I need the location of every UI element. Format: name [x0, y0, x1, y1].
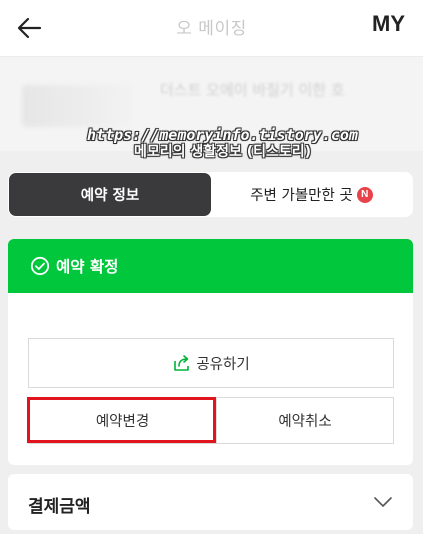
share-button[interactable]: 공유하기: [28, 338, 394, 388]
cancel-reservation-button[interactable]: 예약취소: [216, 397, 394, 444]
hotel-name: 더스트 오에이 바질기 이한 호: [160, 81, 345, 99]
tab-nearby-places-label: 주변 가볼만한 곳: [250, 188, 353, 204]
change-reservation-button[interactable]: 예약변경: [28, 397, 217, 444]
payment-label: 결제금액: [28, 497, 91, 517]
watermark-caption: 메모리의 생활정보 (티스토리): [133, 144, 312, 160]
status-label: 예약 확정: [56, 258, 119, 276]
share-label: 공유하기: [196, 356, 250, 373]
change-reservation-label: 예약변경: [95, 414, 150, 430]
tab-reservation-info-label: 예약 정보: [80, 188, 140, 204]
top-bar: 오 메이징 MY: [0, 0, 423, 56]
cancel-reservation-label: 예약취소: [278, 414, 332, 430]
payment-section[interactable]: 결제금액: [8, 474, 413, 530]
watermark-url: https://memoryinfo.tistory.com: [87, 126, 358, 144]
check-circle-icon: [30, 256, 50, 276]
page-title: 오 메이징: [176, 19, 247, 39]
tab-nearby-places[interactable]: 주변 가볼만한 곳 N: [211, 173, 412, 216]
status-banner: 예약 확정: [8, 239, 413, 293]
reservation-card: 예약 확정 공유하기 예약변경 예약취소: [8, 239, 413, 465]
chevron-down-icon: [374, 497, 392, 507]
hotel-thumbnail: [22, 85, 132, 127]
new-badge: N: [356, 186, 373, 203]
share-icon: [174, 355, 190, 371]
watermark: https://memoryinfo.tistory.com 메모리의 생활정보…: [0, 127, 423, 161]
tab-reservation-info[interactable]: 예약 정보: [9, 173, 211, 216]
tab-bar: 예약 정보 주변 가볼만한 곳 N: [8, 172, 413, 217]
my-button[interactable]: MY: [372, 11, 405, 37]
